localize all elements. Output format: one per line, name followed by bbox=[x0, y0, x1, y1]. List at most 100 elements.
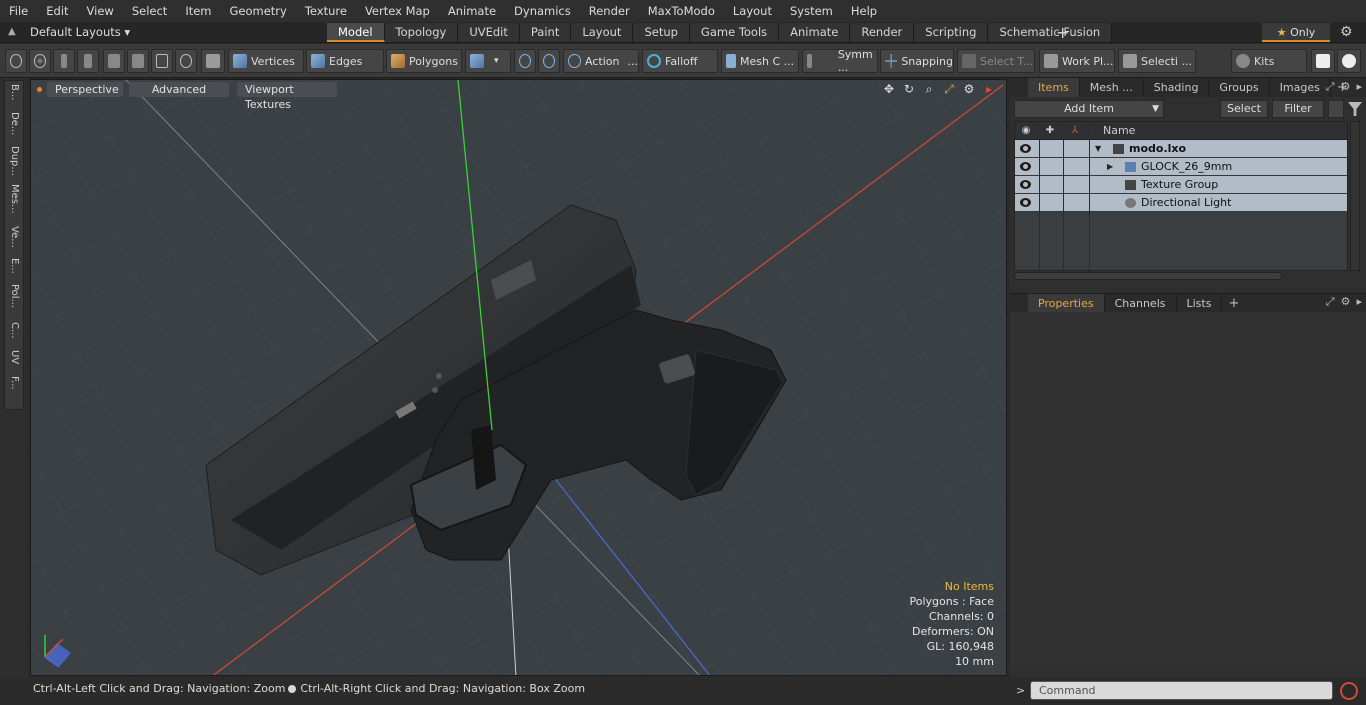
filter-button[interactable]: Filter bbox=[1272, 100, 1324, 118]
item-list-vertical-scrollbar[interactable] bbox=[1350, 121, 1360, 271]
layout-anchor-icon[interactable]: ▲ bbox=[8, 26, 20, 38]
tab-channels[interactable]: Channels bbox=[1105, 294, 1177, 312]
select-button[interactable]: Select bbox=[1220, 100, 1268, 118]
tool-clock-button[interactable] bbox=[175, 49, 197, 73]
pan-icon[interactable]: ✥ bbox=[882, 82, 896, 96]
work-plane-button[interactable]: Work Pl... bbox=[1039, 49, 1115, 73]
tab-game-tools[interactable]: Game Tools bbox=[689, 23, 780, 42]
left-tab-basic[interactable]: B... bbox=[4, 84, 24, 100]
expand-triangle-icon[interactable]: ▼ bbox=[1095, 140, 1101, 158]
tab-paint[interactable]: Paint bbox=[519, 23, 572, 42]
add-item-button[interactable]: Add Item ▼ bbox=[1014, 100, 1164, 118]
selection-sets-button[interactable]: Selecti ... bbox=[1118, 49, 1196, 73]
items-gear-icon[interactable]: ⚙ bbox=[1341, 80, 1351, 94]
tree-row-directional-light[interactable]: Directional Light bbox=[1015, 194, 1347, 212]
rotate-icon[interactable]: ↻ bbox=[902, 82, 916, 96]
item-list-horizontal-scrollbar[interactable] bbox=[1014, 272, 1282, 280]
menu-system[interactable]: System bbox=[781, 0, 842, 22]
tool-align-button[interactable] bbox=[103, 49, 125, 73]
item-mode-button[interactable] bbox=[201, 49, 225, 73]
filter-funnel-icon[interactable] bbox=[1348, 102, 1362, 116]
tab-scripting[interactable]: Scripting bbox=[914, 23, 989, 42]
symmetry-button[interactable]: Symm ... bbox=[802, 48, 878, 74]
items-expand-icon[interactable]: ⤢ bbox=[1326, 80, 1335, 94]
props-gear-icon[interactable]: ⚙ bbox=[1341, 295, 1351, 309]
menu-view[interactable]: View bbox=[78, 0, 123, 22]
tool-center-button[interactable] bbox=[127, 49, 149, 73]
eye-icon[interactable] bbox=[1020, 162, 1031, 171]
left-tab-uv[interactable]: UV bbox=[4, 350, 24, 364]
tree-row-mesh[interactable]: ▶ GLOCK_26_9mm bbox=[1015, 158, 1347, 176]
tab-shading[interactable]: Shading bbox=[1144, 78, 1210, 97]
viewport-textures-button[interactable]: Viewport Textures bbox=[237, 82, 337, 111]
tool-brush-button[interactable] bbox=[77, 49, 99, 73]
collapse-button[interactable] bbox=[1328, 100, 1344, 118]
select-through-button[interactable]: Select T... bbox=[957, 49, 1035, 73]
left-tab-fusion[interactable]: F... bbox=[4, 376, 24, 390]
props-expand-icon[interactable]: ⤢ bbox=[1326, 295, 1335, 309]
left-tab-vertex[interactable]: Ve... bbox=[4, 226, 24, 248]
collapse-triangle-icon[interactable]: ▶ bbox=[1107, 158, 1113, 176]
material-mode-dropdown[interactable]: ▾ bbox=[465, 49, 511, 73]
polygons-mode-button[interactable]: Polygons bbox=[386, 49, 462, 73]
tab-render[interactable]: Render bbox=[850, 23, 915, 42]
tab-properties[interactable]: Properties bbox=[1028, 294, 1105, 312]
tab-items[interactable]: Items bbox=[1028, 78, 1080, 97]
menu-file[interactable]: File bbox=[0, 0, 37, 22]
menu-select[interactable]: Select bbox=[123, 0, 176, 22]
sym-a-button[interactable] bbox=[514, 49, 536, 73]
menu-dynamics[interactable]: Dynamics bbox=[505, 0, 580, 22]
kits-button[interactable]: Kits bbox=[1231, 49, 1307, 73]
unreal-button[interactable] bbox=[1337, 49, 1361, 73]
eye-icon[interactable] bbox=[1020, 198, 1031, 207]
viewport-gear-icon[interactable]: ⚙ bbox=[962, 82, 976, 96]
tab-images[interactable]: Images bbox=[1270, 78, 1331, 97]
globe-button[interactable] bbox=[29, 49, 51, 73]
menu-item[interactable]: Item bbox=[176, 0, 220, 22]
only-toggle[interactable]: ★ Only bbox=[1262, 23, 1330, 42]
maximize-icon[interactable]: ⤢ bbox=[942, 82, 956, 96]
menu-edit[interactable]: Edit bbox=[37, 0, 77, 22]
tab-mesh-ops[interactable]: Mesh ... bbox=[1080, 78, 1144, 97]
action-center-button[interactable]: Action... bbox=[563, 49, 639, 73]
left-tab-curve[interactable]: C... bbox=[4, 322, 24, 339]
left-tab-duplicate[interactable]: Dup... bbox=[4, 146, 24, 176]
left-tab-mesh-edit[interactable]: Mes... bbox=[4, 184, 24, 214]
menu-help[interactable]: Help bbox=[842, 0, 886, 22]
add-tab-plus-icon[interactable]: + bbox=[1056, 22, 1069, 43]
3d-viewport[interactable]: Perspective Advanced Viewport Textures ✥… bbox=[30, 79, 1007, 676]
viewport-menu-arrow-icon[interactable]: ▸ bbox=[982, 82, 996, 96]
tab-topology[interactable]: Topology bbox=[384, 23, 459, 42]
menu-maxtomodo[interactable]: MaxToModo bbox=[639, 0, 724, 22]
tab-animate[interactable]: Animate bbox=[779, 23, 851, 42]
select-circle-button[interactable] bbox=[5, 49, 27, 73]
tab-model[interactable]: Model bbox=[327, 23, 385, 42]
left-tab-polygon[interactable]: Pol... bbox=[4, 284, 24, 308]
snapping-button[interactable]: Snapping bbox=[880, 49, 954, 73]
sym-b-button[interactable] bbox=[538, 49, 560, 73]
command-input[interactable]: Command bbox=[1030, 681, 1333, 700]
falloff-button[interactable]: Falloff bbox=[642, 49, 718, 73]
menu-geometry[interactable]: Geometry bbox=[221, 0, 296, 22]
unity-button[interactable] bbox=[1311, 49, 1335, 73]
record-macro-icon[interactable] bbox=[1340, 682, 1358, 700]
tab-layout[interactable]: Layout bbox=[571, 23, 634, 42]
mesh-constraints-button[interactable]: Mesh C ... bbox=[721, 49, 799, 73]
tab-uvedit[interactable]: UVEdit bbox=[458, 23, 520, 42]
left-tab-deform[interactable]: De... bbox=[4, 112, 24, 135]
layout-gear-icon[interactable]: ⚙ bbox=[1340, 24, 1353, 40]
props-add-tab-plus-icon[interactable]: + bbox=[1222, 294, 1245, 312]
tool-pen-button[interactable] bbox=[53, 49, 75, 73]
menu-render[interactable]: Render bbox=[580, 0, 639, 22]
vertices-mode-button[interactable]: Vertices bbox=[228, 49, 304, 73]
tree-row-texture-group[interactable]: Texture Group bbox=[1015, 176, 1347, 194]
tab-groups[interactable]: Groups bbox=[1209, 78, 1270, 97]
eye-icon[interactable] bbox=[1020, 180, 1031, 189]
tree-row-scene[interactable]: ▼ modo.lxo bbox=[1015, 140, 1347, 158]
default-layouts-dropdown[interactable]: Default Layouts ▾ bbox=[30, 22, 130, 43]
eye-icon[interactable] bbox=[1020, 144, 1031, 153]
edges-mode-button[interactable]: Edges bbox=[306, 49, 384, 73]
menu-texture[interactable]: Texture bbox=[296, 0, 356, 22]
name-column-header[interactable]: Name bbox=[1103, 122, 1135, 140]
menu-animate[interactable]: Animate bbox=[439, 0, 505, 22]
